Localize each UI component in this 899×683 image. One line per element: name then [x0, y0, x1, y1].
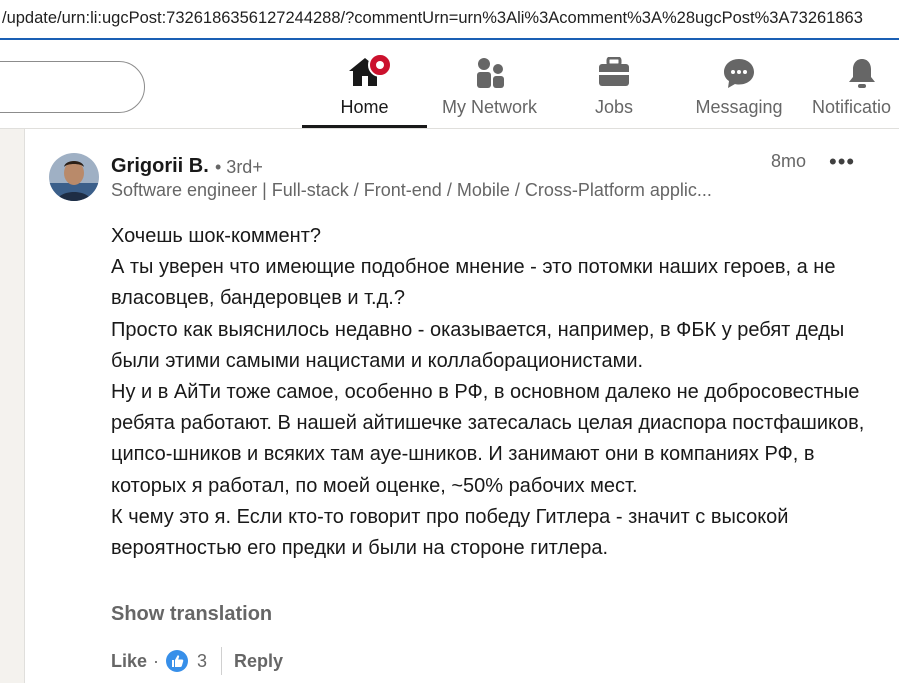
- browser-address-bar[interactable]: /update/urn:li:ugcPost:73261863561272442…: [0, 0, 899, 40]
- nav-jobs[interactable]: Jobs: [570, 40, 658, 128]
- author-headline: Software engineer | Full-stack / Front-e…: [111, 180, 712, 200]
- connection-degree: • 3rd+: [215, 157, 263, 177]
- nav-messaging[interactable]: Messaging: [690, 40, 788, 128]
- messaging-icon: [722, 57, 756, 89]
- like-button[interactable]: Like: [111, 651, 147, 672]
- briefcase-icon: [598, 56, 630, 87]
- network-icon: [474, 57, 506, 89]
- comment-paragraph: Просто как выяснилось недавно - оказывае…: [111, 318, 845, 372]
- comment-paragraph: Ну и в АйТи тоже самое, особенно в РФ, в…: [111, 381, 865, 497]
- nav-messaging-label: Messaging: [695, 97, 783, 117]
- search-input[interactable]: [0, 61, 145, 113]
- nav-notifications[interactable]: Notificatio: [810, 40, 899, 128]
- avatar[interactable]: [49, 153, 99, 201]
- comment-timestamp: 8mo: [771, 151, 807, 171]
- comment-actions: Like · 3 Reply: [111, 647, 283, 675]
- comment-paragraph: А ты уверен что имеющие подобное мнение …: [111, 256, 836, 310]
- comment-body: Хочешь шок-коммент? А ты уверен что имею…: [111, 221, 871, 564]
- nav-home-label: Home: [340, 97, 389, 117]
- nav-jobs-label: Jobs: [594, 97, 634, 117]
- top-navigation: Home My Network Jobs Messaging Notificat…: [0, 40, 899, 129]
- nav-my-network[interactable]: My Network: [432, 40, 547, 128]
- comment-card: Grigorii B. • 3rd+ Software engineer | F…: [24, 129, 899, 683]
- author-name[interactable]: Grigorii B.: [111, 155, 209, 178]
- show-translation-button[interactable]: Show translation: [111, 603, 272, 626]
- reply-button[interactable]: Reply: [234, 651, 283, 672]
- more-options-icon[interactable]: •••: [829, 149, 855, 175]
- notification-badge: [367, 53, 392, 77]
- bell-icon: [846, 57, 878, 89]
- nav-home[interactable]: Home: [302, 40, 427, 128]
- comment-paragraph: К чему это я. Если кто-то говорит про по…: [111, 505, 789, 560]
- nav-notifications-label: Notificatio: [812, 97, 892, 117]
- active-tab-indicator: [302, 125, 427, 128]
- like-reaction-icon[interactable]: [165, 649, 189, 673]
- separator-dot: ·: [153, 650, 160, 671]
- reaction-count[interactable]: 3: [197, 651, 207, 672]
- url-text[interactable]: /update/urn:li:ugcPost:73261863561272442…: [2, 9, 863, 28]
- action-divider: [221, 647, 223, 675]
- home-icon: [348, 53, 392, 87]
- nav-my-network-label: My Network: [441, 97, 537, 117]
- comment-paragraph: Хочешь шок-коммент?: [111, 225, 321, 247]
